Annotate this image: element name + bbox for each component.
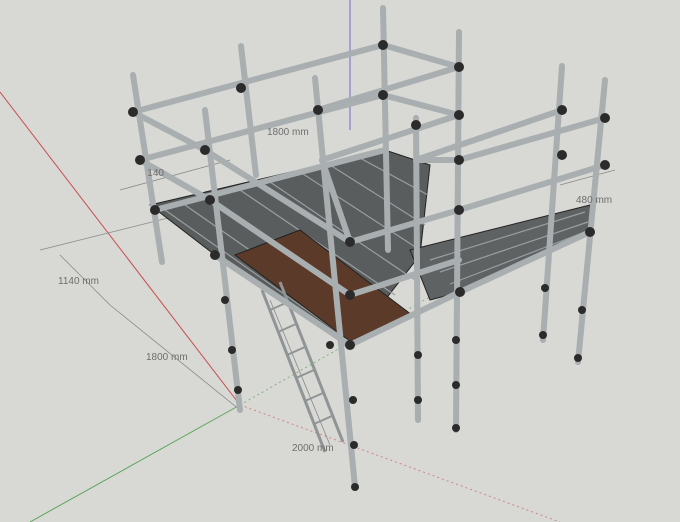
green-axis [29,404,241,522]
dimension-label-top: 1800 mm [267,127,309,138]
scaffold-model-viewport[interactable] [0,0,680,522]
dimension-label-right: 480 mm [576,195,613,206]
red-axis [0,91,241,406]
dimension-label-front: 1800 mm [146,352,188,363]
dimension-label-height: 1140 mm [58,276,99,287]
red-axis-dotted [239,404,561,522]
dimension-label-ladder: 2000 mm [292,443,334,454]
dimension-label-left-partial: 1140 mm [148,168,164,179]
deck [148,149,593,346]
